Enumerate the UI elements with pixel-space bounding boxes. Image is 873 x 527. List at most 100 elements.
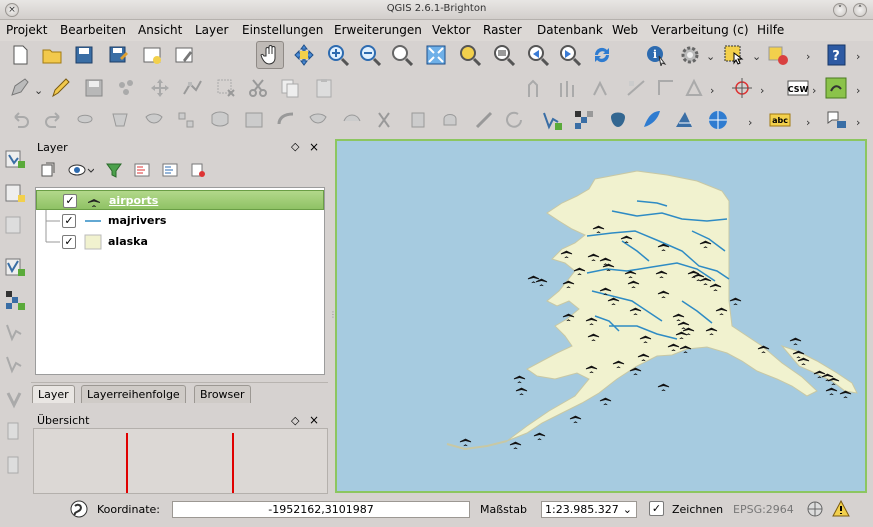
refresh-button[interactable] [588,41,616,69]
chevron-right-icon[interactable]: › [748,116,752,129]
copy-features-button[interactable] [276,74,304,102]
add-layer-side-button-3[interactable] [1,210,29,238]
zoom-to-layer-button[interactable] [490,41,518,69]
layer-row-airports[interactable]: ✓ airports [36,190,324,210]
zoom-full-button[interactable] [422,41,450,69]
zoom-last-button[interactable] [524,41,552,69]
zoom-native-resolution-button[interactable] [388,41,416,69]
save-project-button[interactable] [70,41,98,69]
advanced-digitizing-4[interactable] [172,106,200,134]
add-wms-layer-button[interactable] [670,106,698,134]
add-layer-side-button-10[interactable] [1,450,29,478]
add-spatialite-layer-button[interactable] [638,106,666,134]
layer-checkbox-alaska[interactable]: ✓ [62,235,76,249]
action-gear-button[interactable] [676,41,704,69]
messages-icon[interactable] [70,500,88,518]
tab-browser[interactable]: Browser [194,385,251,403]
add-raster-layer-button[interactable] [570,106,598,134]
paste-features-button[interactable] [310,74,338,102]
chevron-right-icon[interactable]: › [812,84,816,97]
advanced-digitizing-3[interactable] [140,106,168,134]
menu-web[interactable]: Web [612,23,638,37]
menu-datenbank[interactable]: Datenbank [537,23,603,37]
panel-close-icon[interactable]: × [309,140,319,154]
advanced-digitizing-11[interactable] [404,106,432,134]
menu-hilfe[interactable]: Hilfe [757,23,784,37]
menu-verarbeitung[interactable]: Verarbeitung (c) [651,23,749,37]
advanced-digitizing-6[interactable] [240,106,268,134]
layer-checkbox-airports[interactable]: ✓ [63,194,77,208]
label-tool-button[interactable]: abc [766,106,794,134]
pan-map-tool[interactable] [256,41,284,69]
advanced-digitizing-7[interactable] [272,106,300,134]
tab-layer[interactable]: Layer [32,385,75,403]
digitize-tool-4[interactable] [622,74,650,102]
rotate-feature-button[interactable] [500,106,528,134]
chevron-right-icon[interactable]: › [760,84,764,97]
chevron-right-icon[interactable]: › [806,50,810,63]
layer-row-alaska[interactable]: ✓ alaska [36,232,324,252]
pan-to-selection-button[interactable] [290,41,318,69]
menu-projekt[interactable]: Projekt [6,23,47,37]
chevron-right-icon[interactable]: › [806,116,810,129]
zoom-next-button[interactable] [556,41,584,69]
current-edits-button[interactable] [6,74,34,102]
cut-features-button[interactable] [244,74,272,102]
menu-einstellungen[interactable]: Einstellungen [242,23,323,37]
add-delimited-text-side-button[interactable] [1,252,29,280]
add-layer-side-button-9[interactable] [1,416,29,444]
window-maximize-button[interactable]: ˄ [853,3,867,17]
deselect-all-button[interactable] [764,41,792,69]
python-console-button[interactable] [822,74,850,102]
coordinate-field[interactable]: -1952162,3101987 [172,501,470,518]
crs-globe-icon[interactable] [806,500,824,518]
crs-status[interactable]: EPSG:2964 [733,503,794,516]
collapse-all-icon[interactable] [162,162,178,178]
menu-vektor[interactable]: Vektor [432,23,471,37]
zoom-out-button[interactable] [356,41,384,69]
panel-close-icon[interactable]: × [309,413,319,427]
add-layer-side-button-6[interactable] [1,318,29,346]
add-vector-layer-button[interactable] [538,106,566,134]
digitize-tool-6[interactable] [680,74,708,102]
add-layer-side-button-8[interactable] [1,384,29,412]
add-group-icon[interactable] [40,162,56,178]
advanced-digitizing-9[interactable] [338,106,366,134]
visibility-eye-icon[interactable] [68,162,94,178]
crosshair-coordinate-capture-button[interactable] [728,74,756,102]
chevron-down-icon[interactable]: ⌄ [34,84,43,97]
new-project-button[interactable] [6,41,34,69]
advanced-digitizing-2[interactable] [106,106,134,134]
overview-map[interactable] [33,428,328,494]
node-tool-button[interactable] [178,74,206,102]
digitize-tool-5[interactable] [652,74,680,102]
digitize-tool-2[interactable] [554,74,582,102]
add-wms-side-button[interactable] [1,286,29,314]
delete-selected-button[interactable] [212,74,240,102]
open-project-button[interactable] [38,41,66,69]
add-postgis-layer-button[interactable] [604,106,632,134]
render-checkbox[interactable]: ✓ [649,501,664,516]
layer-checkbox-majrivers[interactable]: ✓ [62,214,76,228]
help-button[interactable]: ? [823,41,851,69]
save-as-button[interactable] [104,41,132,69]
chevron-right-icon[interactable]: › [710,84,714,97]
chevron-right-icon[interactable]: › [856,84,860,97]
digitize-tool-3[interactable] [588,74,616,102]
filter-icon[interactable] [106,162,122,178]
menu-layer[interactable]: Layer [195,23,228,37]
zoom-in-button[interactable] [324,41,352,69]
chevron-right-icon[interactable]: › [856,50,860,63]
digitize-tool-1[interactable] [522,74,550,102]
undo-button[interactable] [6,106,34,134]
csw-client-button[interactable]: CSW [784,74,812,102]
panel-float-icon[interactable]: ◇ [291,414,299,427]
advanced-digitizing-5[interactable] [206,106,234,134]
menu-bearbeiten[interactable]: Bearbeiten [60,23,126,37]
toggle-editing-button[interactable] [46,74,74,102]
scale-select[interactable]: 1:23.985.327 ⌄ [541,501,637,518]
add-wcs-layer-button[interactable] [704,106,732,134]
annotation-tool-button[interactable] [822,106,850,134]
add-raster-side-button[interactable] [1,178,29,206]
window-minimize-button[interactable]: ˅ [833,3,847,17]
